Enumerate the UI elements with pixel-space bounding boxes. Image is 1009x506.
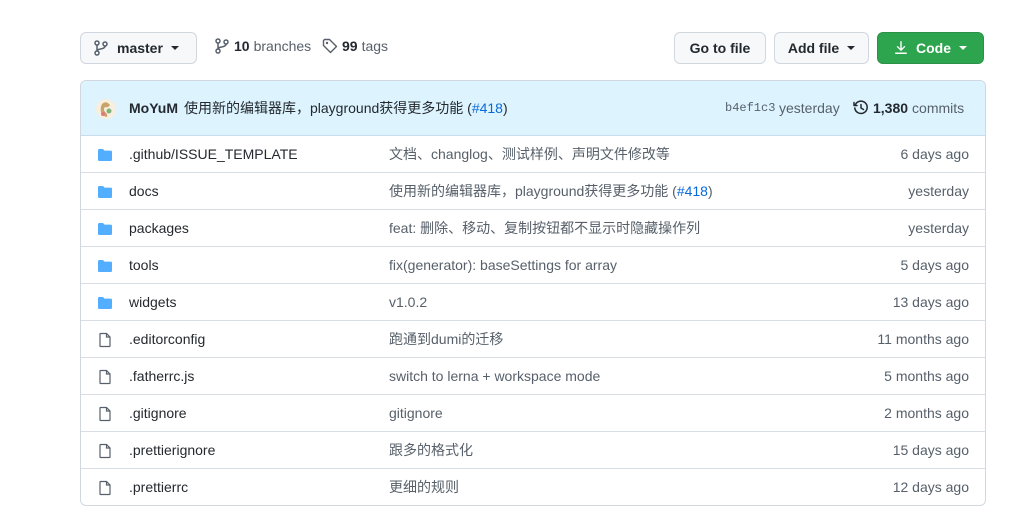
tags-link[interactable]: 99 tags bbox=[322, 38, 388, 54]
file-icon bbox=[97, 480, 113, 496]
commit-age: 2 months ago bbox=[884, 405, 969, 421]
chevron-down-icon bbox=[847, 46, 856, 50]
file-name-link[interactable]: widgets bbox=[129, 294, 176, 310]
commit-message-link[interactable]: 文档、changlog、测试样例、声明文件修改等 bbox=[389, 144, 670, 164]
git-branch-icon bbox=[215, 38, 229, 54]
folder-icon bbox=[97, 295, 113, 311]
folder-icon bbox=[97, 147, 113, 163]
file-name-link[interactable]: .fatherrc.js bbox=[129, 368, 194, 384]
file-name-link[interactable]: .github/ISSUE_TEMPLATE bbox=[129, 146, 298, 162]
commit-count: 1,380 bbox=[873, 100, 909, 116]
commit-age: 13 days ago bbox=[892, 294, 969, 310]
file-row[interactable]: .editorconfig 跑通到dumi的迁移 11 months ago bbox=[81, 320, 985, 357]
commit-age: yesterday bbox=[908, 183, 969, 199]
commit-message-link[interactable]: feat: 删除、移动、复制按钮都不显示时隐藏操作列 bbox=[389, 218, 700, 238]
add-file-label: Add file bbox=[787, 40, 840, 56]
file-icon bbox=[97, 406, 113, 422]
latest-commit-bar: MoYuM 使用新的编辑器库，playground获得更多功能 (#418) b… bbox=[81, 81, 985, 136]
file-icon bbox=[97, 443, 113, 459]
code-button[interactable]: Code bbox=[877, 32, 984, 64]
commits-label: commits bbox=[912, 100, 965, 116]
commit-message-link[interactable]: gitignore bbox=[389, 405, 443, 421]
pr-link[interactable]: #418 bbox=[472, 100, 503, 116]
file-row[interactable]: .prettierrc 更细的规则 12 days ago bbox=[81, 468, 985, 505]
file-row[interactable]: docs 使用新的编辑器库，playground获得更多功能 (#418) yest… bbox=[81, 172, 985, 209]
git-branch-icon bbox=[94, 40, 108, 56]
download-icon bbox=[895, 41, 907, 54]
file-row[interactable]: tools fix(generator): baseSettings for ar… bbox=[81, 246, 985, 283]
chevron-down-icon bbox=[959, 46, 967, 50]
file-row[interactable]: widgets v1.0.2 13 days ago bbox=[81, 283, 985, 320]
commit-age: 5 days ago bbox=[900, 257, 970, 273]
add-file-button[interactable]: Add file bbox=[774, 32, 869, 64]
folder-icon bbox=[97, 184, 113, 200]
history-icon bbox=[853, 100, 868, 115]
code-label: Code bbox=[916, 40, 951, 56]
commit-author[interactable]: MoYuM bbox=[129, 100, 178, 116]
branches-link[interactable]: 10 branches bbox=[214, 38, 311, 54]
commit-message-link[interactable]: 跑通到dumi的迁移 bbox=[389, 329, 503, 349]
file-name-link[interactable]: packages bbox=[129, 220, 189, 236]
commit-message-link[interactable]: 更细的规则 bbox=[389, 477, 459, 497]
branches-count: 10 bbox=[234, 38, 250, 54]
commit-age: 12 days ago bbox=[892, 479, 969, 495]
file-list: .github/ISSUE_TEMPLATE 文档、changlog、测试样例、声… bbox=[81, 136, 985, 505]
commit-time: yesterday bbox=[779, 100, 840, 116]
file-name-link[interactable]: docs bbox=[129, 183, 159, 199]
file-row[interactable]: .gitignore gitignore 2 months ago bbox=[81, 394, 985, 431]
file-icon bbox=[97, 332, 113, 348]
folder-icon bbox=[97, 258, 113, 274]
file-row[interactable]: .fatherrc.js switch to lerna + workspace … bbox=[81, 357, 985, 394]
file-name-link[interactable]: tools bbox=[129, 257, 159, 273]
commit-age: 6 days ago bbox=[900, 146, 970, 162]
commit-message-link[interactable]: switch to lerna + workspace mode bbox=[389, 368, 600, 384]
branch-name: master bbox=[117, 40, 163, 56]
branches-label: branches bbox=[253, 38, 312, 54]
file-name-link[interactable]: .prettierignore bbox=[129, 442, 215, 458]
file-name-link[interactable]: .editorconfig bbox=[129, 331, 205, 347]
file-name-link[interactable]: .prettierrc bbox=[129, 479, 188, 495]
tag-icon bbox=[322, 38, 338, 54]
branch-select-button[interactable]: master bbox=[80, 32, 197, 64]
tags-count: 99 bbox=[342, 38, 358, 54]
commit-age: 5 months ago bbox=[884, 368, 969, 384]
pr-link[interactable]: #418 bbox=[677, 183, 708, 199]
file-name-link[interactable]: .gitignore bbox=[129, 405, 187, 421]
file-row[interactable]: .prettierignore 跟多的格式化 15 days ago bbox=[81, 431, 985, 468]
commit-age: 11 months ago bbox=[877, 331, 969, 347]
file-row[interactable]: packages feat: 删除、移动、复制按钮都不显示时隐藏操作列 yester… bbox=[81, 209, 985, 246]
file-browser: MoYuM 使用新的编辑器库，playground获得更多功能 (#418) b… bbox=[80, 80, 986, 506]
file-icon bbox=[97, 369, 113, 385]
commit-message-link[interactable]: 跟多的格式化 bbox=[389, 440, 473, 460]
go-to-file-button[interactable]: Go to file bbox=[674, 32, 766, 64]
commits-history-link[interactable]: 1,380 commits bbox=[853, 100, 964, 116]
commit-age: yesterday bbox=[908, 220, 969, 236]
avatar[interactable] bbox=[96, 99, 116, 119]
commit-message-link[interactable]: fix(generator): baseSettings for array bbox=[389, 257, 617, 273]
commit-message[interactable]: 使用新的编辑器库，playground获得更多功能 (#418) bbox=[184, 98, 508, 118]
chevron-down-icon bbox=[170, 46, 179, 50]
tags-label: tags bbox=[361, 38, 389, 54]
repo-toolbar: master 10 branches 99 tags Go to file Ad… bbox=[80, 32, 984, 64]
commit-message-link[interactable]: v1.0.2 bbox=[389, 294, 427, 310]
commit-sha[interactable]: b4ef1c3 bbox=[725, 101, 775, 115]
file-row[interactable]: .github/ISSUE_TEMPLATE 文档、changlog、测试样例、声… bbox=[81, 136, 985, 172]
commit-message-link[interactable]: 使用新的编辑器库，playground获得更多功能 (#418) bbox=[389, 181, 713, 201]
commit-age: 15 days ago bbox=[892, 442, 969, 458]
folder-icon bbox=[97, 221, 113, 237]
